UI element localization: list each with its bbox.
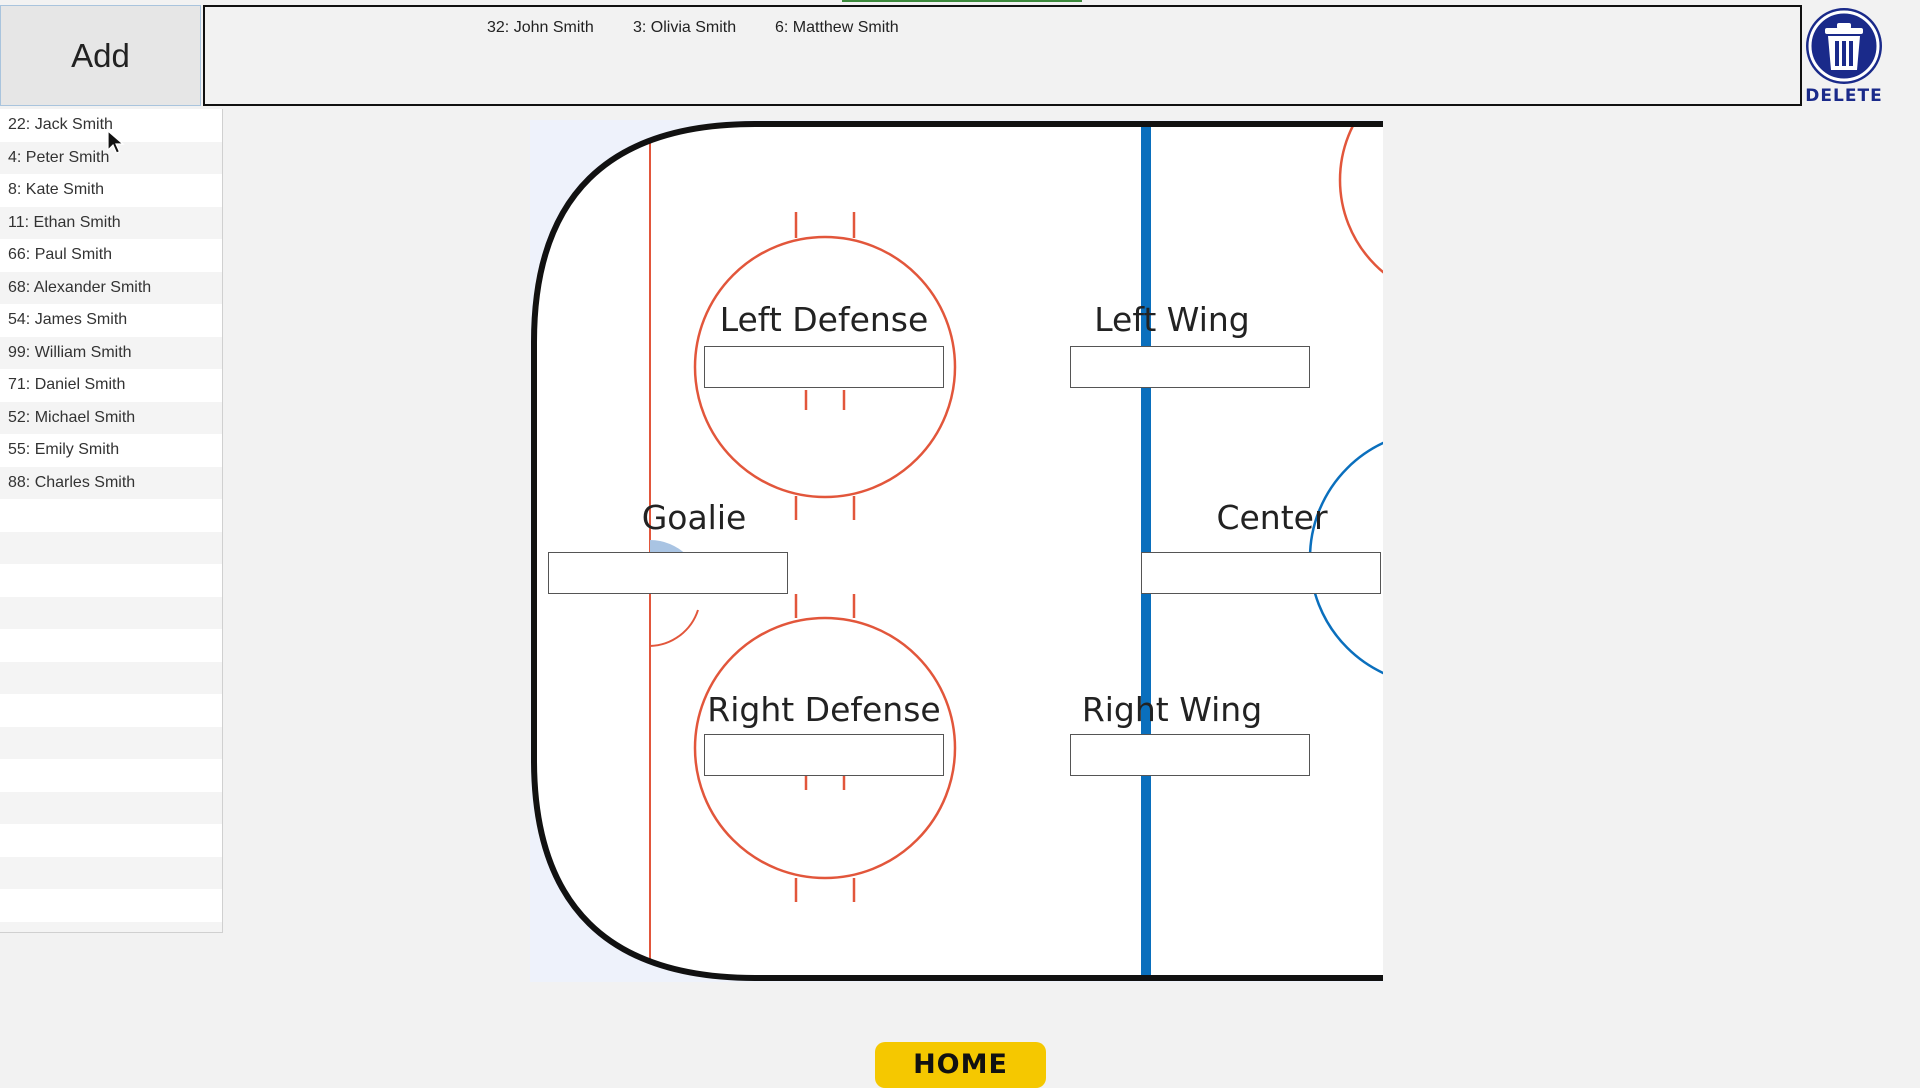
left-wing-field[interactable] (1070, 346, 1310, 388)
right-wing-field[interactable] (1070, 734, 1310, 776)
roster-item[interactable]: 68: Alexander Smith (0, 271, 222, 304)
roster-item[interactable]: 71: Daniel Smith (0, 369, 222, 402)
top-accent-bar (842, 0, 1082, 2)
roster-item[interactable]: 66: Paul Smith (0, 239, 222, 272)
trash-icon (1806, 8, 1882, 84)
roster-empty-row (0, 759, 222, 792)
home-button[interactable]: HOME (875, 1042, 1046, 1088)
roster-empty-row (0, 856, 222, 889)
add-button[interactable]: Add (0, 5, 201, 106)
left-defense-field[interactable] (704, 346, 944, 388)
roster-empty-row (0, 499, 222, 532)
mouse-pointer-icon (107, 130, 125, 154)
roster-item[interactable]: 99: William Smith (0, 336, 222, 369)
roster-empty-row (0, 694, 222, 727)
hockey-rink: Left Defense Left Wing Goalie Center Rig… (530, 120, 1383, 982)
goalie-label: Goalie (641, 498, 747, 537)
center-label: Center (1216, 498, 1328, 537)
left-wing-label: Left Wing (1094, 300, 1250, 339)
roster-empty-row (0, 889, 222, 922)
roster-list[interactable]: 22: Jack Smith 4: Peter Smith 8: Kate Sm… (0, 109, 223, 933)
roster-empty-row (0, 661, 222, 694)
roster-empty-row (0, 596, 222, 629)
right-wing-label: Right Wing (1081, 690, 1263, 729)
center-field[interactable] (1141, 552, 1381, 594)
selected-player-chip[interactable]: 6: Matthew Smith (775, 19, 899, 37)
right-defense-field[interactable] (704, 734, 944, 776)
roster-item[interactable]: 55: Emily Smith (0, 434, 222, 467)
roster-empty-row (0, 629, 222, 662)
roster-empty-row (0, 791, 222, 824)
roster-item[interactable]: 54: James Smith (0, 304, 222, 337)
roster-empty-row (0, 726, 222, 759)
right-defense-label: Right Defense (707, 690, 941, 729)
roster-item[interactable]: 52: Michael Smith (0, 401, 222, 434)
roster-empty-row (0, 824, 222, 857)
roster-empty-row (0, 921, 222, 932)
roster-item[interactable]: 8: Kate Smith (0, 174, 222, 207)
goalie-field[interactable] (548, 552, 788, 594)
delete-button[interactable]: DELETE (1800, 6, 1888, 106)
rink-diagram (530, 120, 1383, 982)
selected-player-chip[interactable]: 32: John Smith (487, 19, 594, 37)
roster-item[interactable]: 11: Ethan Smith (0, 206, 222, 239)
roster-empty-row (0, 564, 222, 597)
left-defense-label: Left Defense (719, 300, 929, 339)
roster-item[interactable]: 88: Charles Smith (0, 466, 222, 499)
selected-player-chip[interactable]: 3: Olivia Smith (633, 19, 736, 37)
roster-empty-row (0, 531, 222, 564)
selected-players-panel[interactable]: 32: John Smith 3: Olivia Smith 6: Matthe… (203, 5, 1802, 106)
delete-label: DELETE (1805, 86, 1883, 106)
